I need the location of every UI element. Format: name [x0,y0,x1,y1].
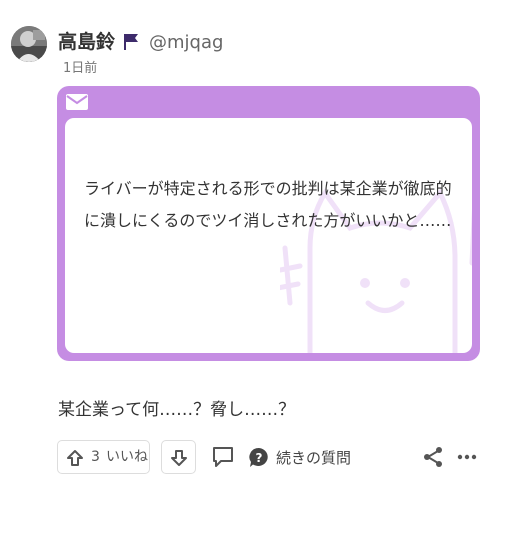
avatar-photo [11,26,47,62]
comment-icon [213,447,233,467]
question-letter: ライバーが特定される形での批判は某企業が徹底的に潰しにくるのでツイ消しされた方が… [65,118,472,353]
question-card: ライバーが特定される形での批判は某企業が徹底的に潰しにくるのでツイ消しされた方が… [57,86,480,361]
like-count: 3 [91,449,100,465]
svg-text:?: ? [256,451,263,465]
flag-icon [124,34,138,50]
mail-icon [66,94,88,110]
question-bubble-icon: ? [249,447,268,467]
comment-button[interactable] [210,444,236,470]
answer-text: 某企業って何……？脅し……？ [58,400,296,420]
like-button[interactable]: 3 いいね [57,440,150,474]
question-text: ライバーが特定される形での批判は某企業が徹底的に潰しにくるのでツイ消しされた方が… [84,179,452,230]
user-name[interactable]: 高島鈴 [58,30,115,54]
share-icon [424,447,442,467]
user-handle[interactable]: @mjqag [149,31,223,55]
share-button[interactable] [422,446,444,468]
followup-label: 続きの質問 [276,449,352,467]
arrow-up-icon [67,450,83,466]
arrow-down-icon [171,450,187,466]
more-dots-icon [457,454,477,460]
more-options-button[interactable] [456,446,478,468]
post-time[interactable]: 1日前 [63,60,97,78]
avatar[interactable] [11,26,47,62]
dislike-button[interactable] [161,440,196,474]
like-label: いいね [106,449,148,465]
